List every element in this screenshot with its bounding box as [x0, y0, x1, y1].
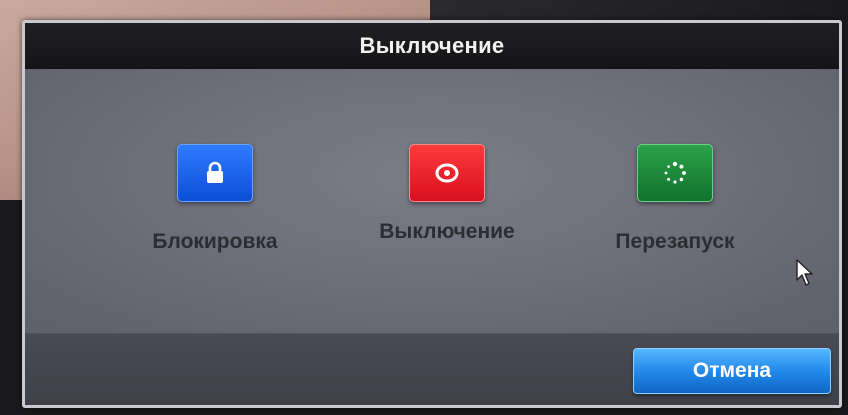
restart-option[interactable]: Перезапуск [575, 144, 775, 254]
cancel-button-label: Отмена [692, 359, 772, 382]
restart-glyph [664, 161, 686, 184]
restart-icon[interactable] [637, 144, 713, 202]
lock-icon[interactable] [177, 144, 253, 202]
dialog-title: Выключение [359, 33, 505, 58]
lock-glyph [207, 161, 223, 183]
power-icon[interactable] [409, 144, 485, 202]
mouse-cursor-icon [796, 259, 813, 286]
shutdown-dialog: Выключение Блокировка Выключение Перезап… [22, 20, 842, 408]
dialog-footer: Отмена [25, 333, 839, 405]
lock-option[interactable]: Блокировка [115, 144, 315, 254]
dialog-content: Блокировка Выключение Перезапуск [25, 69, 839, 333]
restart-option-label: Перезапуск [615, 230, 735, 253]
power-glyph [435, 163, 459, 183]
cancel-button[interactable]: Отмена [633, 348, 831, 394]
shutdown-option[interactable]: Выключение [347, 144, 547, 244]
lock-option-label: Блокировка [152, 230, 278, 253]
dialog-title-bar: Выключение [25, 23, 839, 69]
shutdown-option-label: Выключение [379, 220, 515, 243]
